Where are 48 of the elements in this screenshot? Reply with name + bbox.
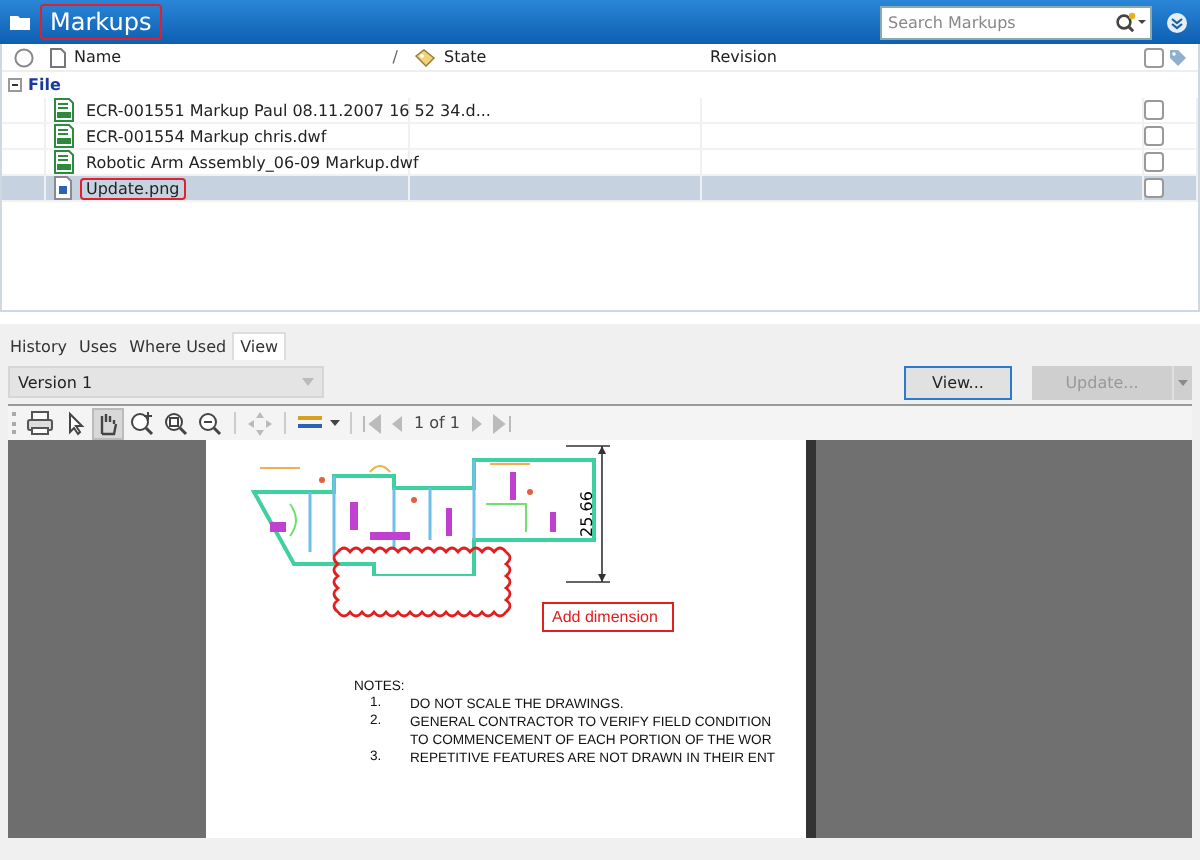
- page-indicator: 1 of 1: [412, 414, 462, 432]
- caret-icon: [302, 378, 314, 386]
- tab[interactable]: Uses: [72, 334, 124, 360]
- drawing-file-icon: [54, 98, 74, 122]
- file-name[interactable]: Robotic Arm Assembly_06-09 Markup.dwf: [80, 151, 425, 173]
- hand-icon[interactable]: [94, 409, 122, 437]
- label-icon: [1168, 47, 1188, 67]
- checkbox[interactable]: [1144, 152, 1164, 172]
- document-icon: [50, 47, 66, 67]
- tag-icon: [414, 47, 436, 67]
- view-button[interactable]: View...: [904, 365, 1012, 399]
- column-label[interactable]: State: [444, 48, 487, 66]
- search-field[interactable]: Search Markups: [880, 5, 1152, 39]
- tab[interactable]: Where Used: [123, 334, 233, 360]
- callout-label: Add dimension: [542, 602, 674, 632]
- search-icon[interactable]: [1114, 11, 1146, 31]
- zoom-window-icon[interactable]: [162, 409, 190, 437]
- radio-icon[interactable]: [14, 47, 34, 67]
- tab[interactable]: History: [4, 334, 73, 360]
- zoom-in-icon[interactable]: [128, 409, 156, 437]
- window-title: Markups: [40, 4, 162, 40]
- dimension-value: 25.66: [578, 491, 596, 537]
- checkbox[interactable]: [1144, 100, 1164, 120]
- dimension-line: [566, 445, 611, 583]
- drawing-file-icon: [54, 150, 74, 174]
- sort-mark[interactable]: /: [392, 48, 410, 66]
- column-label[interactable]: Name: [74, 48, 122, 66]
- file-name[interactable]: ECR-001554 Markup chris.dwf: [80, 125, 333, 147]
- collapse-icon[interactable]: [1166, 11, 1188, 33]
- tab[interactable]: View: [232, 332, 287, 360]
- checkbox[interactable]: [1144, 178, 1164, 198]
- file-name[interactable]: Update.png: [80, 177, 186, 199]
- column-label[interactable]: Revision: [710, 48, 777, 66]
- folder-icon: [8, 12, 32, 32]
- zoom-out-icon[interactable]: [196, 409, 224, 437]
- table-row[interactable]: ECR-001554 Markup chris.dwf: [2, 124, 1198, 150]
- print-icon[interactable]: [26, 409, 54, 437]
- group-label[interactable]: File: [28, 76, 61, 94]
- checkbox[interactable]: [1144, 47, 1164, 67]
- drawing-file-icon: [54, 124, 74, 148]
- table-row[interactable]: Update.png: [2, 176, 1198, 202]
- checkbox[interactable]: [1144, 126, 1164, 146]
- caret-icon[interactable]: [330, 420, 340, 426]
- file-name[interactable]: ECR-001551 Markup Paul 08.11.2007 16 52 34.d...: [80, 99, 497, 121]
- table-row[interactable]: ECR-001551 Markup Paul 08.11.2007 16 52 34.d...: [2, 98, 1198, 124]
- image-file-icon: [54, 176, 74, 200]
- version-dropdown[interactable]: Version 1: [8, 366, 324, 398]
- collapse-toggle[interactable]: [8, 78, 22, 92]
